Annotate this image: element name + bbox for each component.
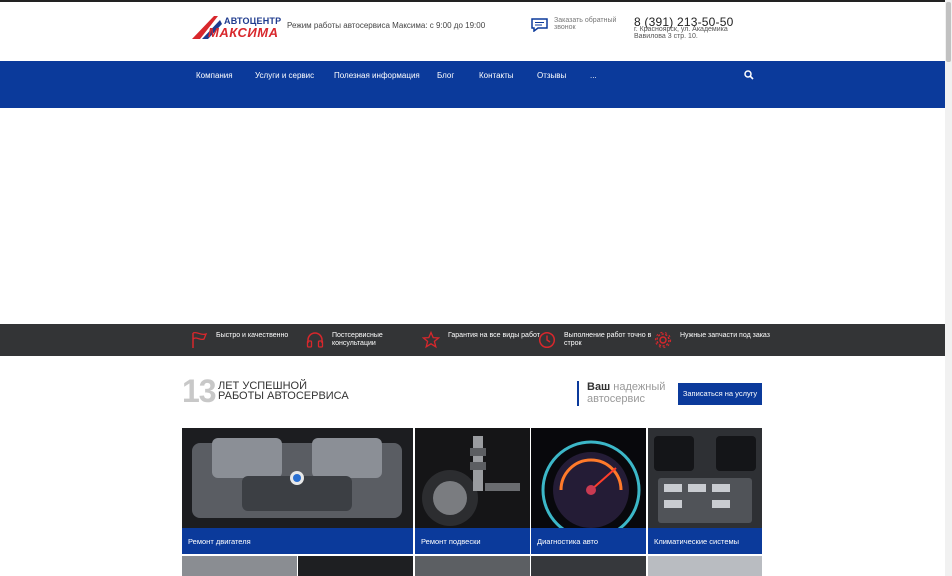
feature-text: Гарантия на все виды работ [448,332,540,339]
callback-label[interactable]: Заказать обратный звонок [554,17,624,31]
top-border [0,0,945,2]
years-text-line2: работы автосервиса [218,390,349,402]
nav-item-more[interactable]: ... [590,71,597,80]
search-icon[interactable] [744,70,754,80]
scrollbar-thumb[interactable] [946,2,951,62]
scrollbar[interactable] [945,0,952,576]
climate-panel-image [648,428,762,528]
service-label[interactable]: Диагностика авто [531,528,646,554]
reliable-service-tagline: Ваш надежный автосервис [577,381,673,406]
service-tile-climate[interactable]: Климатические системы [648,428,762,554]
nav-item-blog[interactable]: Блог [437,71,454,80]
service-tile-partial[interactable] [415,556,530,576]
feature-text: Постсервисные консультации [332,332,383,347]
clock-icon [538,331,556,349]
star-icon [422,331,440,349]
suspension-image [415,428,530,528]
gear-icon [654,331,672,349]
nav-item-contacts[interactable]: Контакты [479,71,514,80]
chat-icon [531,18,548,32]
service-tile-partial[interactable] [182,556,297,576]
service-tile-engine[interactable]: Ремонт двигателя [182,428,413,554]
working-hours: Режим работы автосервиса Максима: с 9:00… [287,21,486,30]
service-tile-suspension[interactable]: Ремонт подвески [415,428,530,554]
feature-text: Выполнение работ точно в строк [564,332,652,347]
tagline-bold: Ваш [587,381,611,393]
logo[interactable]: АВТОЦЕНТР МАКСИМА [192,14,281,40]
signup-service-button[interactable]: Записаться на услугу [678,383,762,405]
service-label[interactable]: Ремонт подвески [415,528,530,554]
nav-item-useful-info[interactable]: Полезная информация [334,71,420,80]
feature-text: Нужные запчасти под заказ [680,332,770,339]
logo-text-bottom: МАКСИМА [208,25,279,40]
feature-text: Быстро и качественно [216,332,289,339]
main-nav: Компания Услуги и сервис Полезная информ… [0,61,945,108]
service-label[interactable]: Климатические системы [648,528,762,554]
service-tile-partial[interactable] [648,556,762,576]
nav-item-company[interactable]: Компания [196,71,233,80]
dashboard-image [531,428,646,528]
flag-icon [192,331,208,348]
years-text: лет успешной работы автосервиса [218,381,349,402]
nav-item-services[interactable]: Услуги и сервис [255,71,314,80]
years-number: 13 [182,373,217,409]
nav-item-reviews[interactable]: Отзывы [537,71,566,80]
features-bar: Быстро и качественно Постсервисные консу… [0,324,945,356]
service-tile-partial[interactable] [531,556,646,576]
service-label[interactable]: Ремонт двигателя [182,528,413,554]
headphones-icon [306,332,324,348]
hero-banner [0,108,945,324]
service-tile-diagnostics[interactable]: Диагностика авто [531,428,646,554]
engine-image [182,428,413,528]
address: г. Красноярск, ул. Академика Вавилова 3 … [634,26,728,40]
callback-link[interactable]: Заказать обратный звонок [531,16,621,36]
service-tile-partial[interactable] [298,556,413,576]
